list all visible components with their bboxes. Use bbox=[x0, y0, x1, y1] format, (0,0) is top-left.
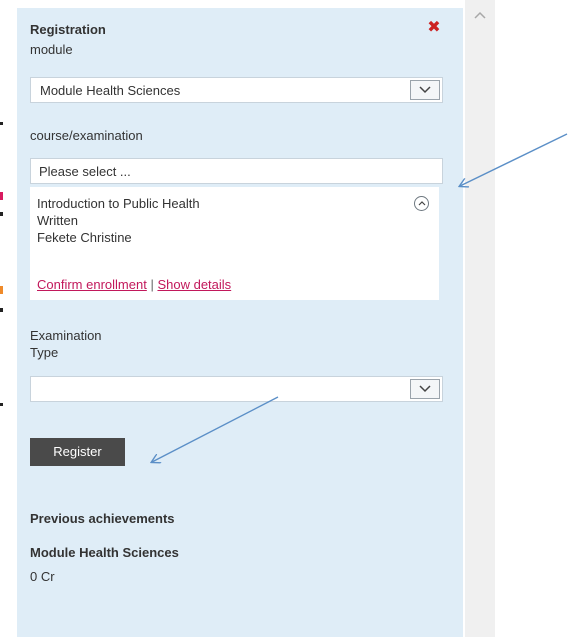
edge-mark bbox=[0, 192, 3, 200]
link-separator: | bbox=[150, 277, 154, 292]
edge-mark bbox=[0, 122, 3, 125]
exam-type-label-line2: Type bbox=[30, 345, 59, 360]
edge-mark bbox=[0, 212, 3, 216]
confirm-enrollment-link[interactable]: Confirm enrollment bbox=[37, 277, 147, 292]
module-label: module bbox=[30, 42, 73, 57]
course-select-placeholder: Please select ... bbox=[39, 164, 131, 179]
scrollbar[interactable] bbox=[465, 0, 495, 637]
previous-credits: 0 Cr bbox=[30, 569, 55, 584]
edge-mark bbox=[0, 286, 3, 294]
chevron-down-icon[interactable] bbox=[410, 80, 440, 100]
course-select[interactable]: Please select ... bbox=[30, 158, 443, 184]
exam-type-label-line1: Examination bbox=[30, 328, 102, 343]
scroll-up-icon[interactable] bbox=[473, 8, 487, 20]
course-label: course/examination bbox=[30, 128, 143, 143]
show-details-link[interactable]: Show details bbox=[157, 277, 231, 292]
edge-mark bbox=[0, 403, 3, 406]
chevron-up-circle-icon[interactable] bbox=[414, 196, 429, 211]
course-exam-type: Written bbox=[37, 213, 78, 228]
course-actions: Confirm enrollment | Show details bbox=[37, 277, 231, 292]
exam-type-select[interactable] bbox=[30, 376, 443, 402]
selected-course-card: Introduction to Public Health Written Fe… bbox=[30, 187, 439, 300]
registration-panel: Registration ✖ module Module Health Scie… bbox=[17, 8, 463, 637]
previous-achievements-heading: Previous achievements bbox=[30, 511, 175, 526]
close-icon[interactable]: ✖ bbox=[427, 20, 441, 36]
course-lecturer: Fekete Christine bbox=[37, 230, 132, 245]
module-select-value: Module Health Sciences bbox=[40, 83, 181, 98]
edge-mark bbox=[0, 308, 3, 312]
course-name: Introduction to Public Health bbox=[37, 196, 200, 211]
module-select[interactable]: Module Health Sciences bbox=[30, 77, 443, 103]
previous-module-name: Module Health Sciences bbox=[30, 545, 179, 560]
panel-title: Registration bbox=[30, 22, 106, 37]
register-button[interactable]: Register bbox=[30, 438, 125, 466]
chevron-down-icon[interactable] bbox=[410, 379, 440, 399]
